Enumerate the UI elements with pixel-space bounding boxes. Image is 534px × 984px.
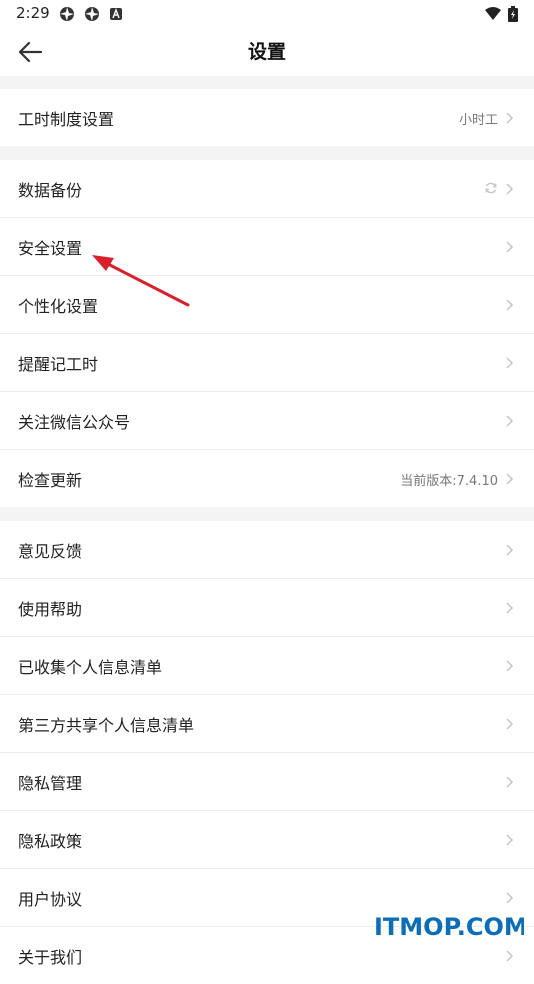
row-security-settings[interactable]: 安全设置 bbox=[0, 218, 534, 276]
row-label: 提醒记工时 bbox=[18, 355, 99, 374]
chevron-right-icon bbox=[506, 473, 514, 485]
row-label: 安全设置 bbox=[18, 239, 83, 258]
row-label: 检查更新 bbox=[18, 471, 83, 490]
row-follow-wechat[interactable]: 关注微信公众号 bbox=[0, 392, 534, 450]
row-label: 关注微信公众号 bbox=[18, 413, 131, 432]
row-label: 使用帮助 bbox=[18, 600, 83, 619]
status-bar: 2:29 bbox=[0, 0, 534, 30]
chevron-right-icon bbox=[506, 415, 514, 427]
row-privacy-management[interactable]: 隐私管理 bbox=[0, 753, 534, 811]
row-reminder[interactable]: 提醒记工时 bbox=[0, 334, 534, 392]
chevron-right-icon bbox=[506, 950, 514, 962]
chevron-right-icon bbox=[506, 776, 514, 788]
chevron-right-icon bbox=[506, 112, 514, 124]
row-work-hours-system[interactable]: 工时制度设置 小时工 bbox=[0, 89, 534, 146]
aperture-icon bbox=[85, 7, 99, 21]
chevron-right-icon bbox=[506, 602, 514, 614]
row-label: 第三方共享个人信息清单 bbox=[18, 716, 195, 735]
row-feedback[interactable]: 意见反馈 bbox=[0, 521, 534, 579]
row-label: 工时制度设置 bbox=[18, 110, 115, 129]
watermark-logo: ITMOP.COM bbox=[374, 913, 528, 941]
page-title: 设置 bbox=[247, 41, 286, 63]
svg-text:ITMOP.COM: ITMOP.COM bbox=[374, 913, 524, 941]
chevron-right-icon bbox=[506, 357, 514, 369]
chevron-right-icon bbox=[506, 544, 514, 556]
row-label: 个性化设置 bbox=[18, 297, 99, 316]
chevron-right-icon bbox=[506, 660, 514, 672]
row-label: 关于我们 bbox=[18, 948, 83, 967]
chevron-right-icon bbox=[506, 183, 514, 195]
row-personalization[interactable]: 个性化设置 bbox=[0, 276, 534, 334]
settings-group-work: 工时制度设置 小时工 bbox=[0, 89, 534, 146]
chevron-right-icon bbox=[506, 241, 514, 253]
watermark: ITMOP.COM bbox=[374, 910, 528, 948]
row-label: 数据备份 bbox=[18, 181, 83, 200]
row-help[interactable]: 使用帮助 bbox=[0, 579, 534, 637]
row-label: 隐私管理 bbox=[18, 774, 83, 793]
chevron-right-icon bbox=[506, 299, 514, 311]
chevron-right-icon bbox=[506, 892, 514, 904]
row-label: 隐私政策 bbox=[18, 832, 83, 851]
chevron-right-icon bbox=[506, 718, 514, 730]
row-privacy-policy[interactable]: 隐私政策 bbox=[0, 811, 534, 869]
version-value: 当前版本:7.4.10 bbox=[400, 474, 498, 489]
status-time: 2:29 bbox=[16, 4, 50, 22]
sync-icon bbox=[485, 182, 497, 194]
row-label: 已收集个人信息清单 bbox=[18, 658, 163, 677]
row-value: 小时工 bbox=[458, 113, 498, 128]
row-data-backup[interactable]: 数据备份 bbox=[0, 160, 534, 218]
wifi-icon bbox=[485, 7, 501, 20]
font-icon bbox=[110, 8, 122, 20]
header: 设置 bbox=[0, 30, 534, 76]
settings-group-general: 数据备份 安全设置 个性化设置 提醒记工时 关注微信公众号 检查更新 当前版本:… bbox=[0, 160, 534, 507]
row-third-party-info[interactable]: 第三方共享个人信息清单 bbox=[0, 695, 534, 753]
battery-icon bbox=[508, 6, 518, 22]
row-collected-info[interactable]: 已收集个人信息清单 bbox=[0, 637, 534, 695]
row-label: 意见反馈 bbox=[18, 542, 83, 561]
row-label: 用户协议 bbox=[18, 890, 83, 909]
chevron-right-icon bbox=[506, 834, 514, 846]
aperture-icon bbox=[60, 7, 74, 21]
row-check-update[interactable]: 检查更新 当前版本:7.4.10 bbox=[0, 450, 534, 507]
